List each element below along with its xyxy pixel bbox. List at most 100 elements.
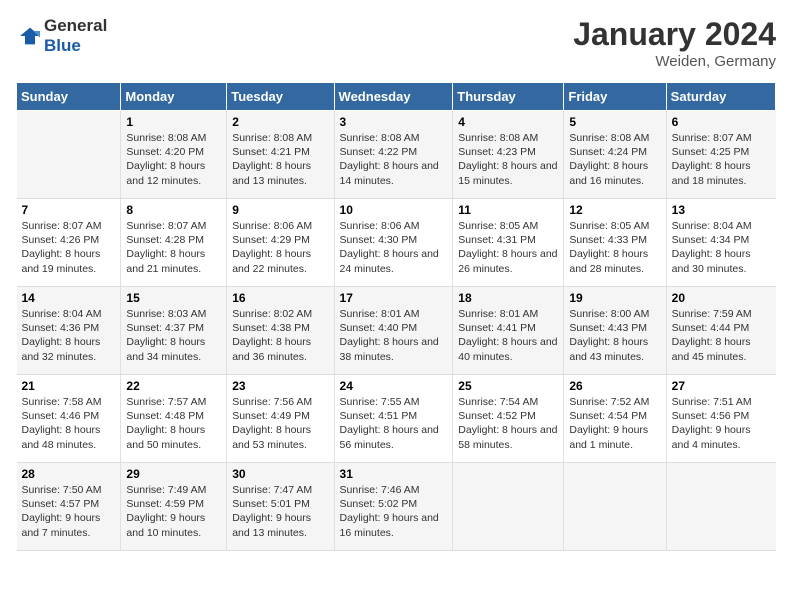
calendar-cell: 22Sunrise: 7:57 AMSunset: 4:48 PMDayligh… [121, 375, 227, 463]
calendar-cell: 23Sunrise: 7:56 AMSunset: 4:49 PMDayligh… [227, 375, 334, 463]
day-info: Sunrise: 7:52 AMSunset: 4:54 PMDaylight:… [569, 395, 660, 452]
col-thursday: Thursday [453, 83, 564, 111]
calendar-cell: 4Sunrise: 8:08 AMSunset: 4:23 PMDaylight… [453, 111, 564, 199]
calendar-cell: 18 Sunrise: 8:01 AMSunset: 4:41 PMDayligh… [453, 287, 564, 375]
calendar-cell: 8 Sunrise: 8:07 AMSunset: 4:28 PMDaylight… [121, 199, 227, 287]
col-sunday: Sunday [17, 83, 121, 111]
logo-general: General [44, 16, 107, 35]
day-info: Sunrise: 8:08 AMSunset: 4:21 PMDaylight:… [232, 131, 328, 188]
calendar-cell: 17 Sunrise: 8:01 AMSunset: 4:40 PMDayligh… [334, 287, 453, 375]
week-row-1: 7Sunrise: 8:07 AMSunset: 4:26 PMDaylight… [17, 199, 776, 287]
calendar-cell: 16 Sunrise: 8:02 AMSunset: 4:38 PMDayligh… [227, 287, 334, 375]
col-wednesday: Wednesday [334, 83, 453, 111]
day-number: 29 [126, 467, 221, 481]
day-info: Sunrise: 8:06 AMSunset: 4:29 PMDaylight:… [232, 219, 328, 276]
calendar-cell: 20 Sunrise: 7:59 AMSunset: 4:44 PMDayligh… [666, 287, 775, 375]
day-number: 16 [232, 291, 328, 305]
day-info: Sunrise: 7:57 AMSunset: 4:48 PMDaylight:… [126, 395, 221, 452]
day-number: 12 [569, 203, 660, 217]
day-info: Sunrise: 8:00 AMSunset: 4:43 PMDaylight:… [569, 307, 660, 364]
calendar-cell [17, 111, 121, 199]
col-saturday: Saturday [666, 83, 775, 111]
day-number: 28 [22, 467, 116, 481]
day-info: Sunrise: 7:54 AMSunset: 4:52 PMDaylight:… [458, 395, 558, 452]
day-number: 13 [672, 203, 771, 217]
day-number: 9 [232, 203, 328, 217]
logo-icon [18, 26, 42, 46]
logo-blue: Blue [44, 36, 81, 55]
day-number: 26 [569, 379, 660, 393]
day-number: 11 [458, 203, 558, 217]
day-number: 10 [340, 203, 448, 217]
day-info: Sunrise: 7:50 AMSunset: 4:57 PMDaylight:… [22, 483, 116, 540]
calendar-cell: 14Sunrise: 8:04 AMSunset: 4:36 PMDayligh… [17, 287, 121, 375]
day-number: 5 [569, 115, 660, 129]
day-number: 21 [22, 379, 116, 393]
calendar-cell: 19 Sunrise: 8:00 AMSunset: 4:43 PMDayligh… [564, 287, 666, 375]
calendar-cell: 3 Sunrise: 8:08 AMSunset: 4:22 PMDaylight… [334, 111, 453, 199]
day-info: Sunrise: 8:04 AMSunset: 4:36 PMDaylight:… [22, 307, 116, 364]
calendar-cell: 25 Sunrise: 7:54 AMSunset: 4:52 PMDayligh… [453, 375, 564, 463]
day-number: 24 [340, 379, 448, 393]
day-number: 8 [126, 203, 221, 217]
day-number: 27 [672, 379, 771, 393]
main-container: General Blue January 2024 Weiden, German… [0, 0, 792, 559]
day-info: Sunrise: 8:01 AMSunset: 4:41 PMDaylight:… [458, 307, 558, 364]
day-info: Sunrise: 8:07 AMSunset: 4:28 PMDaylight:… [126, 219, 221, 276]
calendar-cell: 9 Sunrise: 8:06 AMSunset: 4:29 PMDaylight… [227, 199, 334, 287]
calendar-cell: 12 Sunrise: 8:05 AMSunset: 4:33 PMDayligh… [564, 199, 666, 287]
day-number: 18 [458, 291, 558, 305]
day-number: 17 [340, 291, 448, 305]
calendar-cell: 7Sunrise: 8:07 AMSunset: 4:26 PMDaylight… [17, 199, 121, 287]
day-info: Sunrise: 7:49 AMSunset: 4:59 PMDaylight:… [126, 483, 221, 540]
day-number: 19 [569, 291, 660, 305]
day-info: Sunrise: 8:05 AMSunset: 4:33 PMDaylight:… [569, 219, 660, 276]
calendar-cell: 13 Sunrise: 8:04 AMSunset: 4:34 PMDayligh… [666, 199, 775, 287]
day-info: Sunrise: 7:51 AMSunset: 4:56 PMDaylight:… [672, 395, 771, 452]
day-info: Sunrise: 8:08 AMSunset: 4:22 PMDaylight:… [340, 131, 448, 188]
calendar-cell: 5 Sunrise: 8:08 AMSunset: 4:24 PMDaylight… [564, 111, 666, 199]
calendar-cell: 1Sunrise: 8:08 AMSunset: 4:20 PMDaylight… [121, 111, 227, 199]
day-info: Sunrise: 7:58 AMSunset: 4:46 PMDaylight:… [22, 395, 116, 452]
day-info: Sunrise: 8:02 AMSunset: 4:38 PMDaylight:… [232, 307, 328, 364]
day-info: Sunrise: 7:55 AMSunset: 4:51 PMDaylight:… [340, 395, 448, 452]
header: General Blue January 2024 Weiden, German… [16, 16, 776, 70]
day-number: 30 [232, 467, 328, 481]
day-info: Sunrise: 8:04 AMSunset: 4:34 PMDaylight:… [672, 219, 771, 276]
calendar-table: Sunday Monday Tuesday Wednesday Thursday… [16, 82, 776, 551]
day-number: 6 [672, 115, 771, 129]
day-info: Sunrise: 8:08 AMSunset: 4:20 PMDaylight:… [126, 131, 221, 188]
calendar-cell [453, 463, 564, 551]
calendar-cell: 27 Sunrise: 7:51 AMSunset: 4:56 PMDayligh… [666, 375, 775, 463]
col-friday: Friday [564, 83, 666, 111]
calendar-cell: 29 Sunrise: 7:49 AMSunset: 4:59 PMDayligh… [121, 463, 227, 551]
day-number: 31 [340, 467, 448, 481]
calendar-cell: 11 Sunrise: 8:05 AMSunset: 4:31 PMDayligh… [453, 199, 564, 287]
day-info: Sunrise: 7:59 AMSunset: 4:44 PMDaylight:… [672, 307, 771, 364]
day-info: Sunrise: 8:07 AMSunset: 4:26 PMDaylight:… [22, 219, 116, 276]
calendar-cell: 30Sunrise: 7:47 AMSunset: 5:01 PMDayligh… [227, 463, 334, 551]
day-info: Sunrise: 8:01 AMSunset: 4:40 PMDaylight:… [340, 307, 448, 364]
day-info: Sunrise: 8:08 AMSunset: 4:23 PMDaylight:… [458, 131, 558, 188]
calendar-cell: 6 Sunrise: 8:07 AMSunset: 4:25 PMDaylight… [666, 111, 775, 199]
logo: General Blue [16, 16, 107, 56]
day-number: 3 [340, 115, 448, 129]
header-row: Sunday Monday Tuesday Wednesday Thursday… [17, 83, 776, 111]
day-info: Sunrise: 8:05 AMSunset: 4:31 PMDaylight:… [458, 219, 558, 276]
week-row-0: 1Sunrise: 8:08 AMSunset: 4:20 PMDaylight… [17, 111, 776, 199]
day-info: Sunrise: 8:08 AMSunset: 4:24 PMDaylight:… [569, 131, 660, 188]
calendar-cell: 26 Sunrise: 7:52 AMSunset: 4:54 PMDayligh… [564, 375, 666, 463]
calendar-cell: 28 Sunrise: 7:50 AMSunset: 4:57 PMDayligh… [17, 463, 121, 551]
location: Weiden, Germany [573, 53, 776, 70]
day-number: 25 [458, 379, 558, 393]
day-info: Sunrise: 8:07 AMSunset: 4:25 PMDaylight:… [672, 131, 771, 188]
calendar-cell [666, 463, 775, 551]
week-row-3: 21 Sunrise: 7:58 AMSunset: 4:46 PMDayligh… [17, 375, 776, 463]
calendar-cell: 24 Sunrise: 7:55 AMSunset: 4:51 PMDayligh… [334, 375, 453, 463]
day-info: Sunrise: 7:56 AMSunset: 4:49 PMDaylight:… [232, 395, 328, 452]
day-number: 20 [672, 291, 771, 305]
day-info: Sunrise: 8:06 AMSunset: 4:30 PMDaylight:… [340, 219, 448, 276]
calendar-cell: 31Sunrise: 7:46 AMSunset: 5:02 PMDayligh… [334, 463, 453, 551]
day-info: Sunrise: 8:03 AMSunset: 4:37 PMDaylight:… [126, 307, 221, 364]
week-row-4: 28 Sunrise: 7:50 AMSunset: 4:57 PMDayligh… [17, 463, 776, 551]
